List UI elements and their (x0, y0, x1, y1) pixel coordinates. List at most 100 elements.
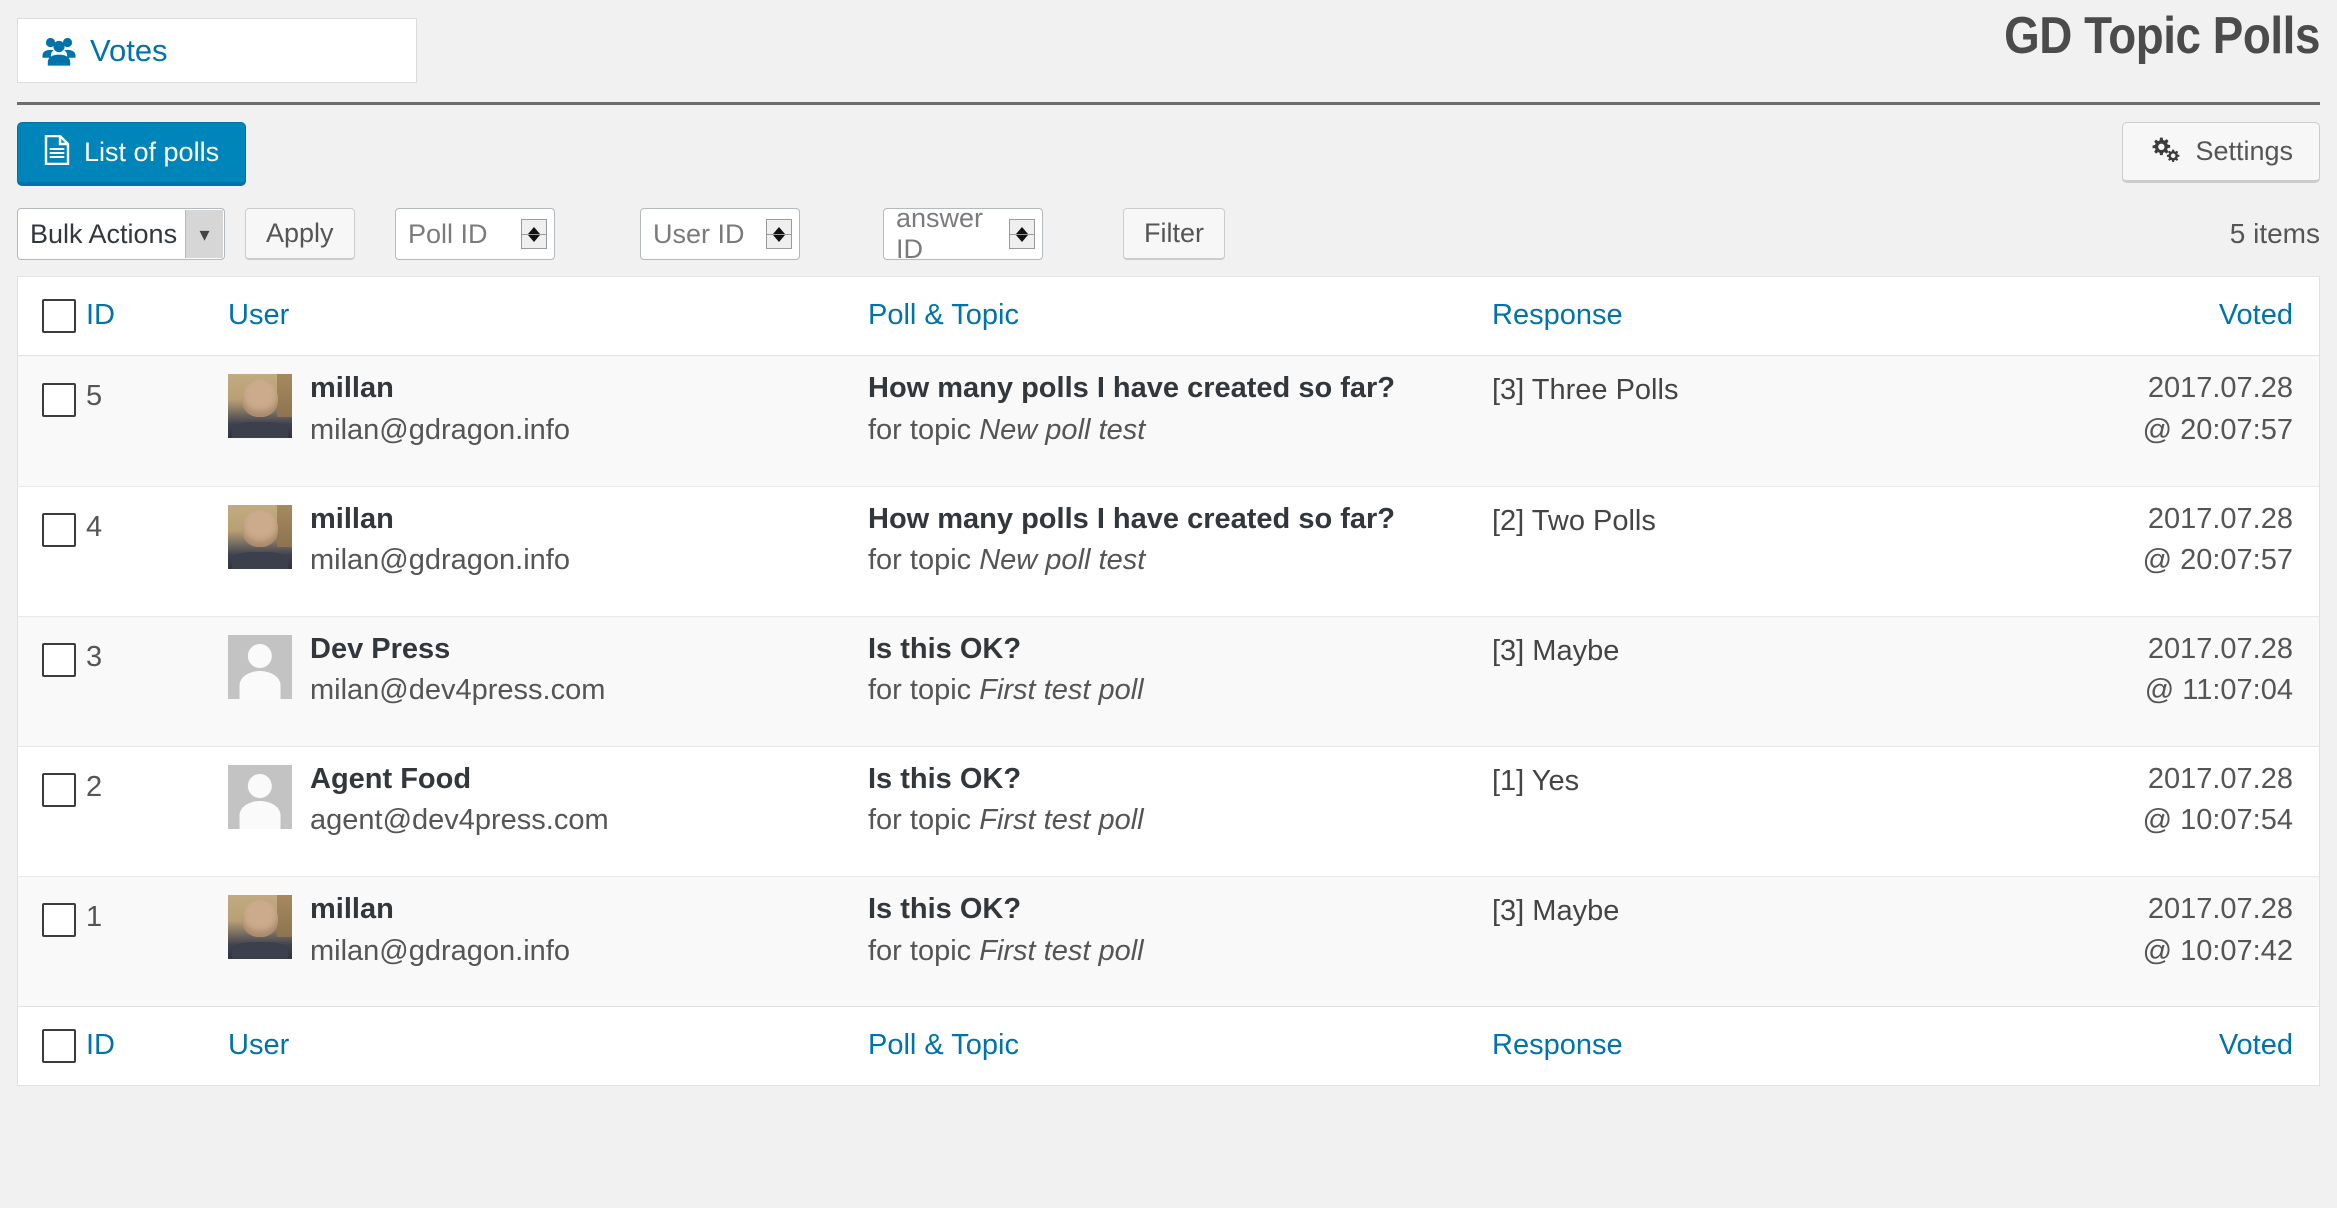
row-checkbox-cell (18, 875, 86, 1007)
row-response: [3] Maybe (1492, 894, 1620, 927)
row-poll-cell: How many polls I have created so far? for… (868, 355, 1492, 486)
row-checkbox-cell (18, 615, 86, 747)
table-header-row: ID User Poll & Topic Response Voted (18, 277, 2319, 357)
items-count: 5 items (2229, 218, 2320, 249)
header-divider (17, 102, 2320, 105)
row-checkbox[interactable] (42, 643, 76, 677)
table-footer-row: ID User Poll & Topic Response Voted (18, 1006, 2319, 1086)
chevron-down-icon[interactable]: ▾ (185, 210, 223, 258)
row-response-cell: [3] Maybe (1492, 615, 2142, 747)
column-footer-poll[interactable]: Poll & Topic (868, 1006, 1492, 1086)
row-user-cell: Agent Food agent@dev4press.com (228, 745, 868, 877)
column-header-voted[interactable]: Voted (2142, 277, 2319, 357)
bulk-actions-select[interactable]: Bulk Actions ▾ (17, 208, 225, 260)
for-topic-prefix: for topic (868, 544, 972, 577)
tab-votes[interactable]: Votes (17, 18, 417, 83)
table-foot: ID User Poll & Topic Response Voted (18, 1006, 2319, 1086)
list-of-polls-label: List of polls (84, 137, 220, 167)
column-header-user[interactable]: User (228, 277, 868, 357)
row-user-name: Dev Press (310, 632, 451, 665)
column-footer-user[interactable]: User (228, 1006, 868, 1086)
settings-button[interactable]: Settings (2122, 122, 2320, 183)
row-user-email: milan@gdragon.info (310, 544, 570, 577)
row-topic-name: First test poll (979, 804, 1144, 837)
row-user-email: milan@gdragon.info (310, 413, 570, 446)
row-response: [3] Maybe (1492, 634, 1620, 667)
row-poll-topic: for topic New poll test (868, 544, 1492, 577)
for-topic-prefix: for topic (868, 804, 972, 837)
row-checkbox-cell (18, 745, 86, 877)
page-title: GD Topic Polls (2004, 7, 2320, 65)
row-poll-title: Is this OK? (868, 632, 1022, 665)
list-of-polls-button[interactable]: List of polls (17, 122, 247, 186)
for-topic-prefix: for topic (868, 674, 972, 707)
answer-id-input[interactable]: answer ID (883, 203, 1043, 264)
row-user-name: millan (310, 372, 394, 405)
row-id: 3 (86, 615, 228, 747)
apply-label: Apply (266, 218, 334, 248)
row-poll-title: Is this OK? (868, 892, 1022, 925)
select-all-checkbox[interactable] (42, 299, 76, 334)
column-footer-id[interactable]: ID (86, 1006, 228, 1086)
row-poll-topic: for topic First test poll (868, 934, 1492, 967)
poll-id-placeholder: Poll ID (408, 218, 488, 249)
row-poll-topic: for topic First test poll (868, 806, 1492, 836)
row-user-cell: millan milan@gdragon.info (228, 485, 868, 617)
row-checkbox[interactable] (42, 512, 76, 547)
row-poll-title: How many polls I have created so far? (868, 502, 1395, 535)
row-voted-time: @ 20:07:57 (2142, 413, 2293, 446)
row-voted-date: 2017.07.28 (2147, 502, 2293, 535)
row-user-name: millan (310, 892, 394, 925)
row-user-cell: Dev Press milan@dev4press.com (228, 615, 868, 747)
column-footer-response[interactable]: Response (1492, 1006, 2142, 1086)
row-voted-cell: 2017.07.28 @ 20:07:57 (2142, 355, 2319, 486)
column-header-id[interactable]: ID (86, 277, 228, 357)
row-checkbox[interactable] (42, 773, 76, 808)
select-all-footer (18, 1006, 86, 1086)
poll-id-stepper[interactable] (521, 219, 547, 249)
for-topic-prefix: for topic (868, 934, 972, 967)
column-header-poll[interactable]: Poll & Topic (868, 277, 1492, 357)
for-topic-prefix: for topic (868, 413, 972, 446)
table-row[interactable]: 3 Dev Press milan@dev4press.com Is this OK?… (18, 615, 2319, 747)
toolbar: List of polls Settings (0, 122, 2337, 194)
select-all-checkbox-footer[interactable] (42, 1029, 76, 1064)
row-poll-title: Is this OK? (868, 762, 1022, 795)
row-checkbox[interactable] (42, 903, 76, 938)
row-checkbox-cell (18, 485, 86, 617)
filter-label: Filter (1144, 218, 1204, 248)
avatar (228, 504, 292, 569)
answer-id-stepper[interactable] (1009, 219, 1035, 249)
row-response: [1] Yes (1492, 764, 1580, 797)
row-voted-cell: 2017.07.28 @ 10:07:42 (2142, 875, 2319, 1007)
table-row[interactable]: 2 Agent Food agent@dev4press.com Is this OK… (18, 745, 2319, 877)
filter-button[interactable]: Filter (1123, 208, 1225, 260)
row-response-cell: [3] Three Polls (1492, 355, 2142, 486)
avatar (228, 374, 292, 439)
row-checkbox-cell (18, 355, 86, 486)
row-id: 5 (86, 355, 228, 486)
row-response: [2] Two Polls (1492, 504, 1656, 537)
table-row[interactable]: 5 millan milan@gdragon.info How many polls … (18, 355, 2319, 486)
votes-table: ID User Poll & Topic Response Voted 5 mil… (18, 277, 2319, 1086)
filters-bar: Bulk Actions ▾ Apply Poll ID User ID ans… (0, 203, 2337, 266)
row-checkbox[interactable] (42, 382, 76, 417)
column-footer-voted[interactable]: Voted (2142, 1006, 2319, 1086)
admin-page: Votes GD Topic Polls List of polls Setti… (0, 0, 2337, 1208)
user-id-input[interactable]: User ID (640, 208, 800, 260)
avatar (228, 634, 292, 699)
row-topic-name: First test poll (979, 934, 1144, 967)
user-id-stepper[interactable] (766, 219, 792, 249)
select-all-header (18, 277, 86, 357)
apply-button[interactable]: Apply (245, 208, 355, 260)
table-row[interactable]: 1 millan milan@gdragon.info Is this OK? for … (18, 875, 2319, 1007)
row-voted-date: 2017.07.28 (2147, 632, 2293, 665)
column-header-response[interactable]: Response (1492, 277, 2142, 357)
row-voted-cell: 2017.07.28 @ 11:07:04 (2142, 615, 2319, 747)
row-voted-time: @ 20:07:57 (2142, 544, 2293, 577)
row-poll-cell: Is this OK? for topic First test poll (868, 615, 1492, 747)
row-response-cell: [3] Maybe (1492, 875, 2142, 1007)
poll-id-input[interactable]: Poll ID (395, 208, 555, 260)
row-response: [3] Three Polls (1492, 374, 1679, 407)
table-row[interactable]: 4 millan milan@gdragon.info How many polls … (18, 485, 2319, 617)
